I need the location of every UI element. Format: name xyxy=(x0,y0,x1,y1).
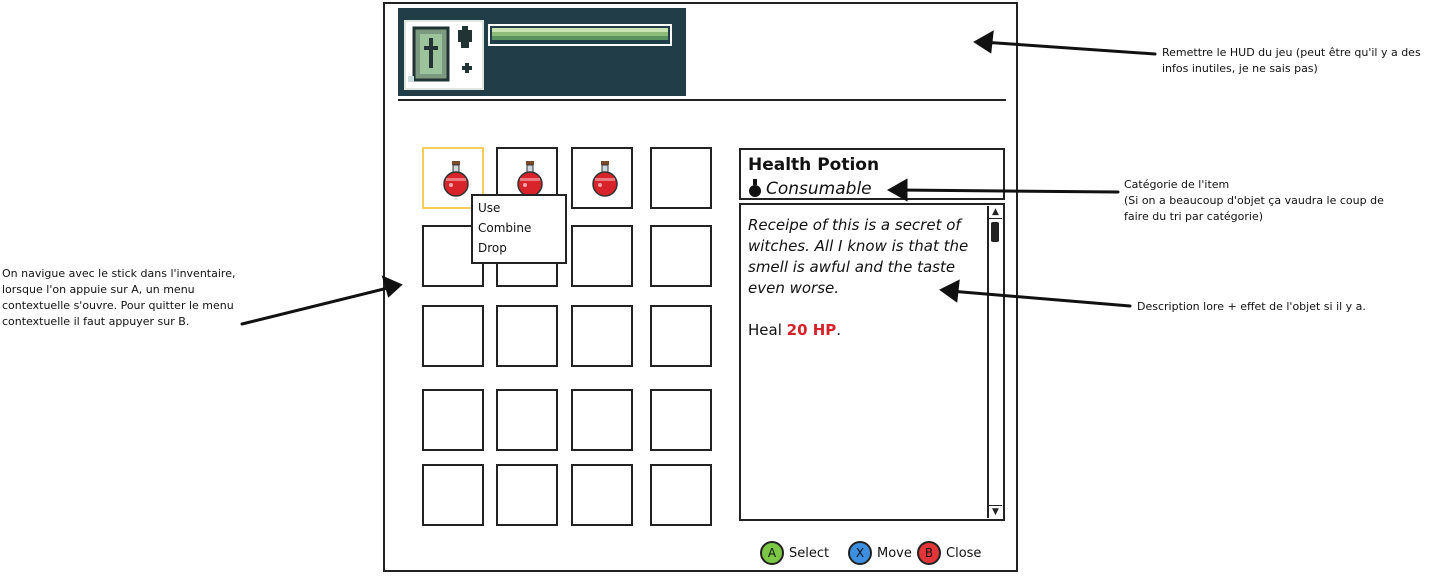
select-button-hint[interactable]: A Select xyxy=(760,540,829,566)
item-name: Health Potion xyxy=(748,155,880,175)
inventory-slot[interactable] xyxy=(650,389,712,451)
effect-prefix: Heal xyxy=(748,321,787,339)
annotation-category: Catégorie de l'item (Si on a beaucoup d'… xyxy=(1124,177,1394,225)
annotation-navigation: On navigue avec le stick dans l'inventai… xyxy=(2,267,236,328)
scroll-up-arrow-icon[interactable]: ▲ xyxy=(989,206,1002,219)
close-button-hint[interactable]: B Close xyxy=(917,540,981,566)
a-button-icon: A xyxy=(760,541,784,565)
inventory-slot[interactable] xyxy=(650,464,712,526)
inventory-slot[interactable] xyxy=(571,225,633,287)
hud-divider xyxy=(398,99,1006,101)
health-potion-icon xyxy=(517,161,543,197)
annotation-category-detail: (Si on a beaucoup d'objet ça vaudra le c… xyxy=(1124,194,1384,223)
annotation-description: Description lore + effet de l'objet si i… xyxy=(1137,300,1366,313)
health-potion-icon xyxy=(443,161,469,197)
item-category: Consumable xyxy=(766,179,872,199)
move-label: Move xyxy=(877,545,912,561)
scroll-thumb[interactable] xyxy=(991,222,999,242)
character-portrait xyxy=(404,20,484,90)
inventory-slot[interactable] xyxy=(496,389,558,451)
item-description: Receipe of this is a secret of witches. … xyxy=(748,216,969,297)
item-effect: Heal 20 HP. xyxy=(748,321,841,339)
item-description-panel: Receipe of this is a secret of witches. … xyxy=(739,203,1005,521)
bomb-icon xyxy=(749,179,761,197)
b-button-icon: B xyxy=(917,541,941,565)
move-button-hint[interactable]: X Move xyxy=(848,540,912,566)
inventory-slot[interactable] xyxy=(496,305,558,367)
context-menu: Use Combine Drop xyxy=(471,194,567,264)
inventory-slot[interactable] xyxy=(496,464,558,526)
inventory-slot[interactable] xyxy=(650,147,712,209)
select-label: Select xyxy=(789,545,830,561)
arrow-navigation xyxy=(240,285,394,326)
item-header: Health Potion Consumable xyxy=(739,148,1005,200)
game-hud xyxy=(398,8,686,96)
context-menu-combine[interactable]: Combine xyxy=(478,218,565,238)
annotation-hud: Remettre le HUD du jeu (peut être qu'il … xyxy=(1162,46,1421,75)
effect-suffix: . xyxy=(836,321,842,339)
inventory-slot[interactable] xyxy=(571,147,633,209)
annotation-category-title: Catégorie de l'item xyxy=(1124,178,1230,191)
inventory-slot[interactable] xyxy=(422,305,484,367)
effect-value: 20 HP xyxy=(786,321,837,339)
scroll-down-arrow-icon[interactable]: ▼ xyxy=(989,505,1002,518)
health-potion-icon xyxy=(592,161,618,197)
inventory-slot[interactable] xyxy=(422,389,484,451)
inventory-slot[interactable] xyxy=(571,464,633,526)
inventory-slot[interactable] xyxy=(422,464,484,526)
inventory-slot[interactable] xyxy=(571,389,633,451)
x-button-icon: X xyxy=(848,541,872,565)
context-menu-use[interactable]: Use xyxy=(478,198,565,218)
inventory-slot[interactable] xyxy=(650,305,712,367)
inventory-slot[interactable] xyxy=(650,225,712,287)
health-bar xyxy=(488,24,672,46)
close-label: Close xyxy=(946,545,982,561)
description-scrollbar[interactable]: ▲ ▼ xyxy=(987,206,1002,518)
inventory-slot[interactable] xyxy=(571,305,633,367)
context-menu-drop[interactable]: Drop xyxy=(478,238,565,258)
